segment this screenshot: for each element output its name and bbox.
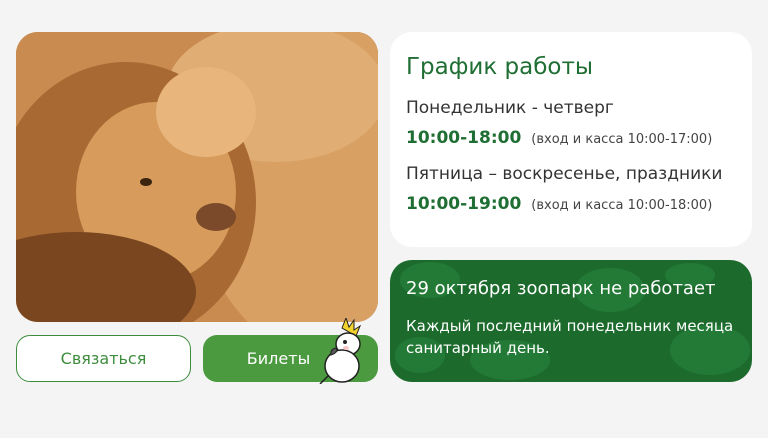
schedule-days: Пятница – воскресенье, праздники <box>406 164 723 184</box>
schedule-note: (вход и касса 10:00-17:00) <box>531 132 713 147</box>
contact-button-label: Связаться <box>60 349 147 368</box>
contact-button[interactable]: Связаться <box>16 335 191 382</box>
cockatoo-icon <box>319 318 362 384</box>
notice-title: 29 октября зоопарк не работает <box>406 278 716 299</box>
notice-text: Каждый последний понедельник месяца сани… <box>406 317 734 357</box>
schedule-days: Понедельник - четверг <box>406 98 614 118</box>
schedule-time: 10:00-19:00 <box>406 194 522 214</box>
schedule-time-row: 10:00-18:00 (вход и касса 10:00-17:00) <box>406 128 736 148</box>
closure-notice-card: 29 октября зоопарк не работает Каждый по… <box>390 260 752 382</box>
working-hours-title: График работы <box>406 54 594 80</box>
tickets-button-label: Билеты <box>246 349 311 368</box>
working-hours-card: График работы Понедельник - четверг 10:0… <box>390 32 752 247</box>
schedule-time: 10:00-18:00 <box>406 128 522 148</box>
schedule-time-row: 10:00-19:00 (вход и касса 10:00-18:00) <box>406 194 736 214</box>
schedule-note: (вход и касса 10:00-18:00) <box>531 198 713 213</box>
lions-photo <box>16 32 378 322</box>
notice-content: 29 октября зоопарк не работает Каждый по… <box>390 260 752 377</box>
